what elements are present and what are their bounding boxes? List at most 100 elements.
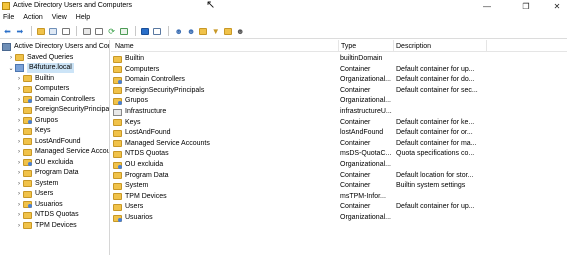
list-row[interactable]: Computers Container Default container fo… bbox=[111, 65, 567, 75]
folder-icon bbox=[113, 119, 122, 127]
tree-item-foreign-security-principals[interactable]: › ForeignSecurityPrincipals bbox=[15, 105, 110, 115]
menu-file[interactable]: File bbox=[3, 13, 14, 23]
column-header-description[interactable]: Description bbox=[396, 42, 431, 51]
refresh-icon[interactable]: ⟳ bbox=[106, 26, 117, 37]
folder-icon bbox=[23, 106, 32, 114]
expand-chevron-icon[interactable]: › bbox=[15, 116, 23, 126]
row-type: Organizational... bbox=[340, 97, 391, 105]
column-divider[interactable] bbox=[486, 40, 487, 52]
list-row[interactable]: Builtin builtinDomain bbox=[111, 54, 567, 64]
list-row[interactable]: Managed Service Accounts Container Defau… bbox=[111, 139, 567, 149]
close-button[interactable]: ✕ bbox=[537, 0, 567, 12]
collapse-chevron-icon[interactable]: ⌄ bbox=[7, 63, 15, 73]
minimize-button[interactable]: — bbox=[467, 0, 507, 12]
ou-folder-icon bbox=[23, 159, 32, 166]
back-icon[interactable]: ⬅ bbox=[2, 26, 13, 37]
row-type: Container bbox=[340, 139, 371, 147]
list-row[interactable]: Keys Container Default container for ke.… bbox=[111, 118, 567, 128]
tree-item-computers[interactable]: › Computers bbox=[15, 84, 69, 94]
tree-item-domain[interactable]: ⌄ B4future.local bbox=[7, 63, 74, 73]
add-to-group-icon[interactable]: ☻ bbox=[235, 26, 246, 37]
tree-item-users[interactable]: › Users bbox=[15, 189, 53, 199]
row-name: LostAndFound bbox=[125, 129, 171, 137]
column-divider[interactable] bbox=[338, 40, 339, 52]
ou-folder-icon bbox=[113, 214, 122, 222]
list-row[interactable]: LostAndFound lostAndFound Default contai… bbox=[111, 128, 567, 138]
tree-item-usuarios[interactable]: › Usuarios bbox=[15, 200, 63, 210]
find-icon[interactable] bbox=[222, 26, 233, 37]
folder-icon bbox=[23, 180, 32, 187]
list-row[interactable]: NTDS Quotas msDS-QuotaC... Quota specifi… bbox=[111, 149, 567, 159]
column-header-type[interactable]: Type bbox=[341, 42, 356, 51]
ou-folder-icon bbox=[113, 76, 122, 84]
expand-chevron-icon[interactable]: › bbox=[15, 147, 23, 157]
tree-item-label: ForeignSecurityPrincipals bbox=[35, 106, 110, 113]
details-view-icon[interactable] bbox=[152, 26, 163, 37]
tree-item-label: Saved Queries bbox=[27, 53, 74, 61]
up-folder-icon[interactable] bbox=[36, 26, 47, 37]
expand-chevron-icon[interactable]: › bbox=[15, 105, 23, 115]
column-divider[interactable] bbox=[393, 40, 394, 52]
expand-chevron-icon[interactable]: › bbox=[15, 158, 23, 168]
properties-list-icon[interactable] bbox=[60, 26, 71, 37]
list-row[interactable]: Users Container Default container for up… bbox=[111, 202, 567, 212]
list-row[interactable]: Usuarios Organizational... bbox=[111, 213, 567, 223]
ou-folder-icon bbox=[113, 97, 122, 105]
folder-icon bbox=[113, 55, 122, 63]
toolbar: ⬅ ➡ ⟳ ☻ ☻ ▼ ☻ bbox=[0, 24, 567, 39]
tree-item-grupos[interactable]: › Grupos bbox=[15, 116, 58, 126]
tree-item-tpm-devices[interactable]: › TPM Devices bbox=[15, 221, 77, 231]
row-description: Default location for stor... bbox=[396, 171, 474, 179]
folder-icon bbox=[113, 172, 122, 180]
expand-chevron-icon[interactable]: › bbox=[7, 53, 15, 63]
list-row[interactable]: OU excluida Organizational... bbox=[111, 160, 567, 170]
menu-help[interactable]: Help bbox=[76, 13, 90, 23]
expand-chevron-icon[interactable]: › bbox=[15, 221, 23, 231]
expand-chevron-icon[interactable]: › bbox=[15, 210, 23, 220]
new-group-icon[interactable]: ☻ bbox=[186, 26, 197, 37]
list-row[interactable]: System Container Builtin system settings bbox=[111, 181, 567, 191]
tree-item-lost-and-found[interactable]: › LostAndFound bbox=[15, 137, 81, 147]
list-row[interactable]: Infrastructure infrastructureU... bbox=[111, 107, 567, 117]
expand-chevron-icon[interactable]: › bbox=[15, 179, 23, 189]
forward-icon[interactable]: ➡ bbox=[14, 26, 25, 37]
properties-icon[interactable] bbox=[94, 26, 105, 37]
tree-item-builtin[interactable]: › Builtin bbox=[15, 74, 54, 84]
expand-chevron-icon[interactable]: › bbox=[15, 84, 23, 94]
tree-item-ou-excluida[interactable]: › OU excluida bbox=[15, 158, 73, 168]
delete-icon[interactable] bbox=[81, 26, 92, 37]
expand-chevron-icon[interactable]: › bbox=[15, 137, 23, 147]
tree-root[interactable]: Active Directory Users and Comp bbox=[2, 42, 109, 52]
list-row[interactable]: Domain Controllers Organizational... Def… bbox=[111, 75, 567, 85]
tree-item-system[interactable]: › System bbox=[15, 179, 58, 189]
row-type: msTPM-Infor... bbox=[340, 192, 386, 200]
help-icon[interactable] bbox=[140, 26, 151, 37]
tree-item-ntds-quotas[interactable]: › NTDS Quotas bbox=[15, 210, 79, 220]
tree-item-keys[interactable]: › Keys bbox=[15, 126, 51, 136]
menu-view[interactable]: View bbox=[52, 13, 67, 23]
list-row[interactable]: TPM Devices msTPM-Infor... bbox=[111, 192, 567, 202]
tree-item-program-data[interactable]: › Program Data bbox=[15, 168, 79, 178]
list-row[interactable]: Grupos Organizational... bbox=[111, 96, 567, 106]
folder-icon bbox=[113, 66, 122, 74]
expand-chevron-icon[interactable]: › bbox=[15, 200, 23, 210]
new-ou-icon[interactable] bbox=[198, 26, 209, 37]
show-hide-tree-icon[interactable] bbox=[48, 26, 59, 37]
new-user-icon[interactable]: ☻ bbox=[173, 26, 184, 37]
expand-chevron-icon[interactable]: › bbox=[15, 168, 23, 178]
tree-item-managed-service-accounts[interactable]: › Managed Service Accoun bbox=[15, 147, 109, 157]
expand-chevron-icon[interactable]: › bbox=[15, 95, 23, 105]
menu-action[interactable]: Action bbox=[23, 13, 42, 23]
expand-chevron-icon[interactable]: › bbox=[15, 126, 23, 136]
tree-item-domain-controllers[interactable]: › Domain Controllers bbox=[15, 95, 95, 105]
expand-chevron-icon[interactable]: › bbox=[15, 189, 23, 199]
title-bar: Active Directory Users and Computers ↖ —… bbox=[0, 0, 567, 12]
export-list-icon[interactable] bbox=[118, 26, 129, 37]
expand-chevron-icon[interactable]: › bbox=[15, 74, 23, 84]
tree-item-saved-queries[interactable]: › Saved Queries bbox=[7, 53, 73, 63]
list-row[interactable]: ForeignSecurityPrincipals Container Defa… bbox=[111, 86, 567, 96]
window-title: Active Directory Users and Computers bbox=[13, 2, 133, 9]
filter-icon[interactable]: ▼ bbox=[210, 26, 221, 37]
list-row[interactable]: Program Data Container Default location … bbox=[111, 171, 567, 181]
column-header-name[interactable]: Name bbox=[115, 42, 134, 51]
